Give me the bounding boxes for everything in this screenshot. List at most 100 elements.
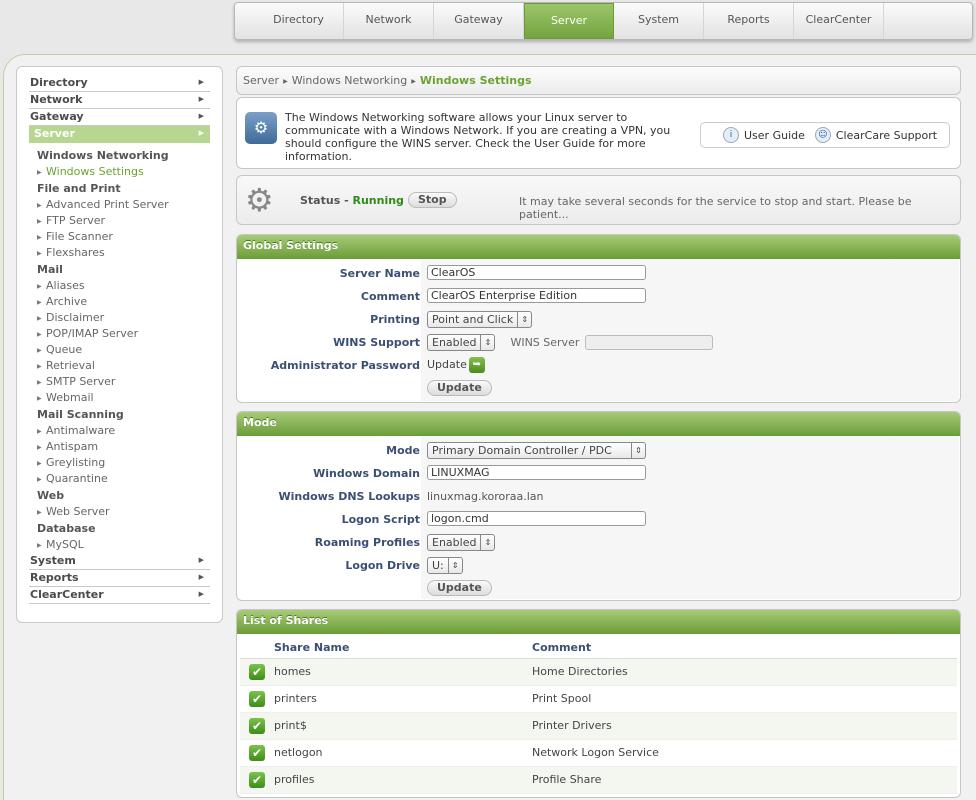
chevron-right-icon: ▶ <box>283 78 288 85</box>
sidebar-group-title: Mail <box>37 263 63 276</box>
sidebar-item-reports[interactable]: Reports ▶ <box>29 570 210 587</box>
tab-server[interactable]: Server <box>524 3 614 39</box>
top-navigation: Directory Network Gateway Server System … <box>234 2 973 40</box>
sidebar-item-flexshares[interactable]: ▶ Flexshares <box>29 245 210 261</box>
sidebar-item-label: Antimalware <box>46 424 116 437</box>
tab-clearcenter[interactable]: ClearCenter <box>794 3 884 39</box>
sidebar-item-ftp-server[interactable]: ▶ FTP Server <box>29 213 210 229</box>
sidebar-item-mysql[interactable]: ▶ MySQL <box>29 537 210 553</box>
sidebar-item-file-scanner[interactable]: ▶ File Scanner <box>29 229 210 245</box>
sidebar-item-archive[interactable]: ▶ Archive <box>29 294 210 310</box>
chevron-right-icon: ▶ <box>37 283 42 290</box>
sidebar-item-aliases[interactable]: ▶ Aliases <box>29 278 210 294</box>
sidebar-item-advanced-print-server[interactable]: ▶ Advanced Print Server <box>29 197 210 213</box>
intro-panel: ⚙ The Windows Networking software allows… <box>236 97 961 169</box>
sidebar-item-label: Antispam <box>46 440 99 453</box>
mode-select[interactable]: Primary Domain Controller / PDC ⇕ <box>427 442 646 459</box>
sidebar-item-label: Flexshares <box>46 246 105 259</box>
sidebar-group-title: File and Print <box>37 182 121 195</box>
mode-update-button[interactable]: Update <box>427 580 492 596</box>
server-name-field[interactable]: ClearOS <box>427 265 646 280</box>
chevron-right-icon: ▶ <box>37 395 42 402</box>
sidebar-item-clearcenter[interactable]: ClearCenter ▶ <box>29 587 210 604</box>
sidebar-item-directory[interactable]: Directory ▶ <box>29 75 210 92</box>
sidebar-item-system[interactable]: System ▶ <box>29 553 210 570</box>
help-box: i User Guide ☺ ClearCare Support <box>700 122 950 148</box>
chevron-right-icon: ▶ <box>37 428 42 435</box>
sidebar-item-disclaimer[interactable]: ▶ Disclaimer <box>29 310 210 326</box>
sidebar-groups: Windows Networking ▶ Windows Settings File … <box>29 143 210 553</box>
mode-section: Mode Mode Primary Domain Controller / PD… <box>236 411 961 601</box>
sidebar-item-antimalware[interactable]: ▶ Antimalware <box>29 423 210 439</box>
breadcrumb-server[interactable]: Server <box>243 74 279 87</box>
sidebar-item-network[interactable]: Network ▶ <box>29 92 210 109</box>
intro-text: The Windows Networking software allows y… <box>285 111 671 163</box>
shares-table: Share Name Comment ✔ homes Home Directorie… <box>240 638 957 794</box>
sidebar: Directory ▶ Network ▶ Gateway ▶ Server ▶ Win… <box>16 66 223 623</box>
sidebar-item-smtp-server[interactable]: ▶ SMTP Server <box>29 374 210 390</box>
user-guide-link[interactable]: User Guide <box>744 129 805 142</box>
chevron-right-icon: ▶ <box>37 363 42 370</box>
dns-lookups-label: Windows DNS Lookups <box>278 490 421 503</box>
roaming-profiles-label: Roaming Profiles <box>314 536 420 549</box>
chevron-right-icon: ▶ <box>37 169 42 176</box>
server-name-label: Server Name <box>339 267 420 280</box>
check-icon: ✔ <box>249 690 265 707</box>
shares-title: List of Shares <box>237 610 960 634</box>
status-value: Running <box>352 194 404 207</box>
update-icon[interactable]: ➥ <box>468 357 485 373</box>
tab-system[interactable]: System <box>614 3 704 39</box>
tab-network[interactable]: Network <box>344 3 434 39</box>
sidebar-item-gateway[interactable]: Gateway ▶ <box>29 109 210 126</box>
tab-gateway[interactable]: Gateway <box>434 3 524 39</box>
table-row: ✔ profiles Profile Share <box>240 766 957 794</box>
stop-button[interactable]: Stop <box>408 192 457 208</box>
table-row: ✔ netlogon Network Logon Service <box>240 739 957 767</box>
logon-drive-label: Logon Drive <box>345 559 420 572</box>
share-comment-cell: Profile Share <box>532 766 957 794</box>
wins-server-field[interactable] <box>585 335 714 350</box>
sidebar-item-quarantine[interactable]: ▶ Quarantine <box>29 471 210 487</box>
sidebar-item-server[interactable]: Server ▶ <box>29 126 210 143</box>
spinner-icon: ⇕ <box>447 558 462 573</box>
sidebar-item-antispam[interactable]: ▶ Antispam <box>29 439 210 455</box>
admin-password-update-link[interactable]: Update <box>427 358 467 371</box>
chevron-right-icon: ▶ <box>37 460 42 467</box>
chevron-right-icon: ▶ <box>37 509 42 516</box>
sidebar-item-retrieval[interactable]: ▶ Retrieval <box>29 358 210 374</box>
sidebar-item-greylisting[interactable]: ▶ Greylisting <box>29 455 210 471</box>
check-icon: ✔ <box>249 663 265 680</box>
share-comment-cell: Network Logon Service <box>532 739 957 767</box>
roaming-profiles-select[interactable]: Enabled ⇕ <box>427 534 496 551</box>
sidebar-item-pop-imap-server[interactable]: ▶ POP/IMAP Server <box>29 326 210 342</box>
status-panel: ⚙ Status - Running Stop It may take seve… <box>236 175 961 225</box>
table-row: ✔ print$ Printer Drivers <box>240 712 957 740</box>
spinner-icon: ⇕ <box>480 535 494 550</box>
breadcrumb-windows-networking[interactable]: Windows Networking <box>292 74 408 87</box>
chevron-right-icon: ▶ <box>37 218 42 225</box>
mode-label: Mode <box>386 444 420 457</box>
clearcare-support-link[interactable]: ClearCare Support <box>836 129 937 142</box>
sidebar-item-webmail[interactable]: ▶ Webmail <box>29 390 210 406</box>
sidebar-item-label: Greylisting <box>46 456 106 469</box>
logon-script-field[interactable]: logon.cmd <box>427 511 646 526</box>
sidebar-item-windows-settings[interactable]: ▶ Windows Settings <box>29 164 210 180</box>
share-comment-cell: Home Directories <box>532 658 957 686</box>
col-share-name: Share Name <box>274 638 532 659</box>
logon-drive-select[interactable]: U: ⇕ <box>427 557 463 574</box>
tab-directory[interactable]: Directory <box>254 3 344 39</box>
printing-select[interactable]: Point and Click ⇕ <box>427 311 533 328</box>
share-name-cell: print$ <box>274 712 532 740</box>
spinner-icon: ⇕ <box>517 312 531 327</box>
logon-script-label: Logon Script <box>341 513 420 526</box>
windows-domain-field[interactable]: LINUXMAG <box>427 465 646 480</box>
tab-reports[interactable]: Reports <box>704 3 794 39</box>
wins-server-label: WINS Server <box>510 336 580 349</box>
wins-support-select[interactable]: Enabled ⇕ <box>427 334 496 351</box>
global-update-button[interactable]: Update <box>427 380 492 396</box>
sidebar-item-web-server[interactable]: ▶ Web Server <box>29 504 210 520</box>
sidebar-item-label: POP/IMAP Server <box>46 327 139 340</box>
comment-field[interactable]: ClearOS Enterprise Edition <box>427 288 646 303</box>
sidebar-item-label: File Scanner <box>46 230 113 243</box>
sidebar-item-queue[interactable]: ▶ Queue <box>29 342 210 358</box>
